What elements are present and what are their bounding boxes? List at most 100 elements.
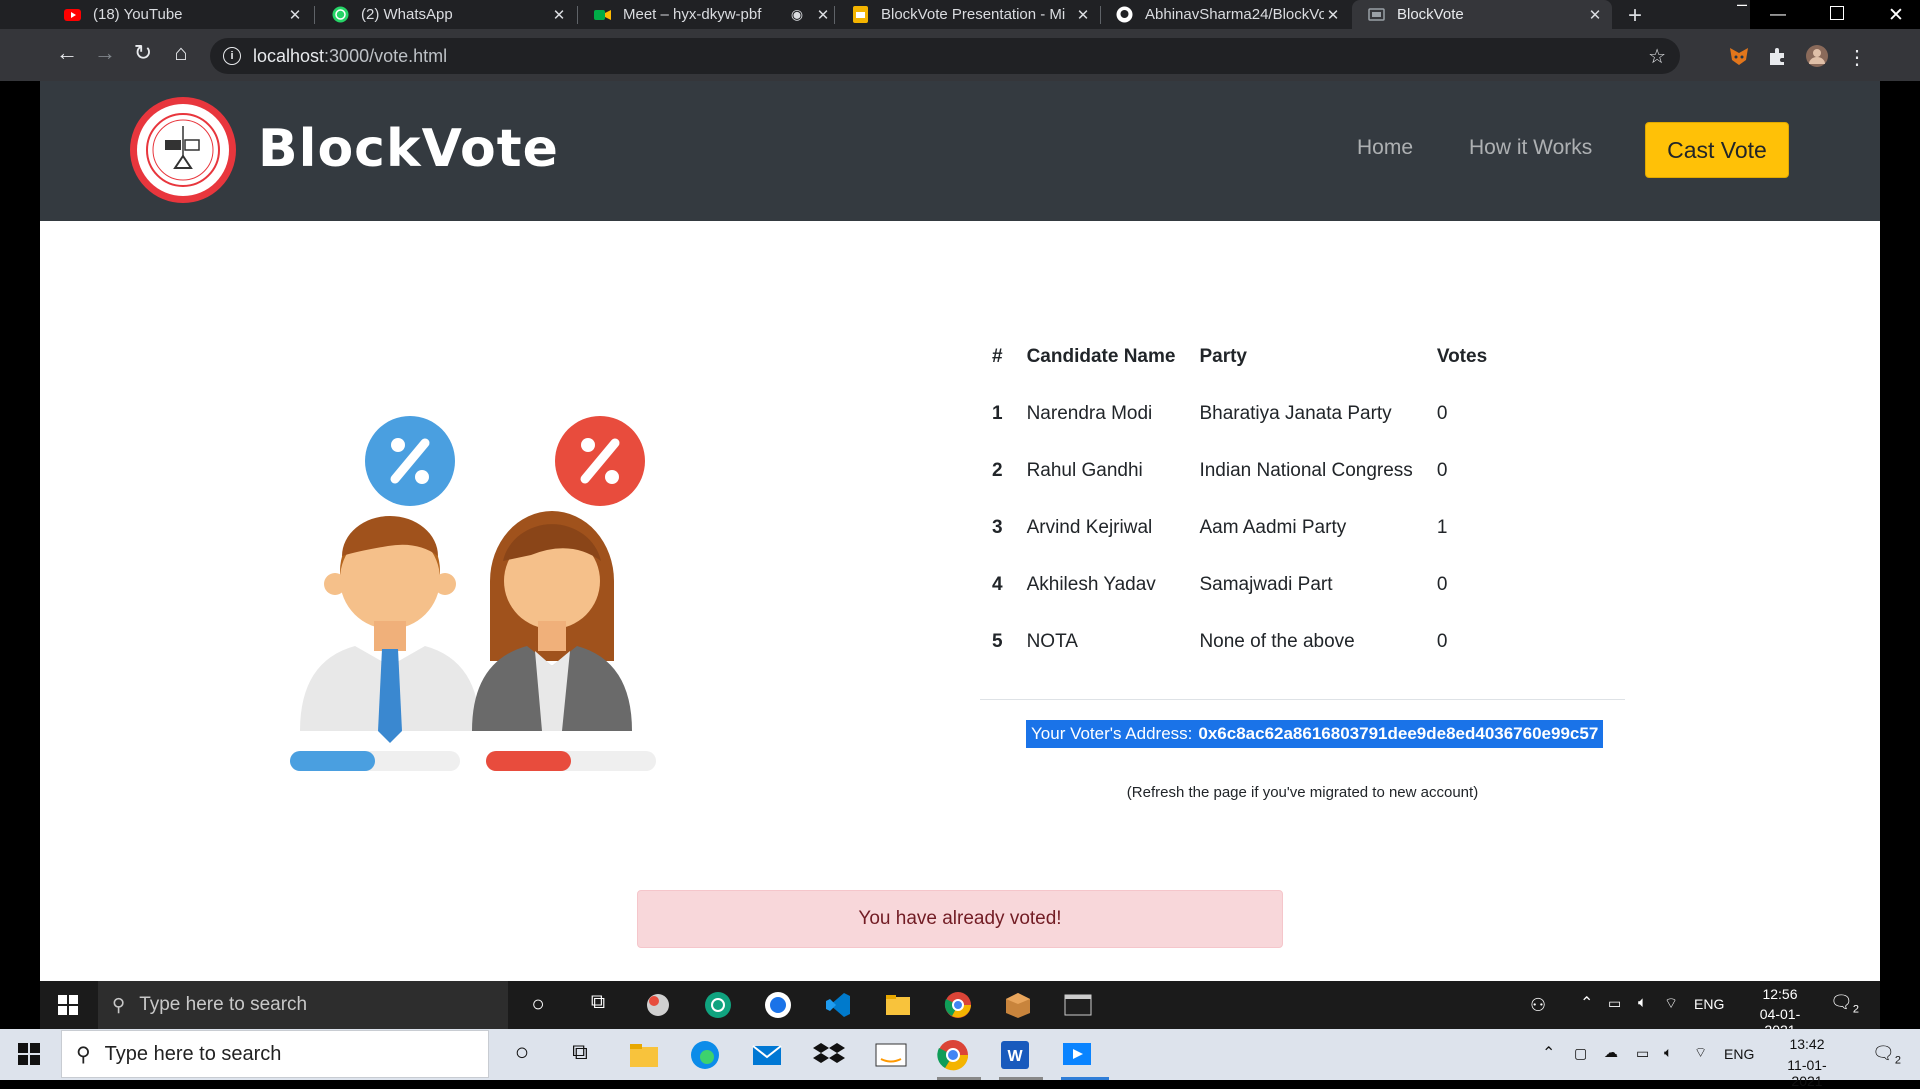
nav-how-it-works[interactable]: How it Works <box>1469 136 1592 160</box>
tab-slides[interactable]: BlockVote Presentation - Mi ✕ <box>836 0 1100 29</box>
brand-name[interactable]: BlockVote <box>258 119 559 179</box>
app-icon-2[interactable] <box>764 991 792 1019</box>
edge-icon[interactable] <box>689 1039 721 1071</box>
new-tab-button[interactable]: + <box>1628 2 1642 30</box>
wifi-icon[interactable]: ⌔ <box>1694 1044 1707 1062</box>
people-icon[interactable]: ⚇ <box>1530 995 1546 1016</box>
left-progress-fill <box>290 751 375 771</box>
row-number: 1 <box>992 402 1003 424</box>
row-number: 5 <box>992 630 1003 652</box>
language-indicator[interactable]: ENG <box>1694 996 1724 1012</box>
candidate-name: NOTA <box>1026 630 1078 652</box>
minimize-icon[interactable]: ‒ <box>1737 0 1747 15</box>
back-icon[interactable]: ← <box>52 40 82 66</box>
voter-address-label: Your Voter's Address: <box>1031 724 1193 743</box>
divider <box>980 699 1625 700</box>
tab-label: Meet – hyx-dkyw-pbf <box>623 6 762 23</box>
close-icon[interactable]: ✕ <box>1324 6 1342 24</box>
info-icon[interactable]: i <box>223 47 241 65</box>
avatar[interactable] <box>1806 45 1828 67</box>
close-icon[interactable]: ✕ <box>814 6 832 24</box>
star-icon[interactable]: ☆ <box>1648 44 1666 69</box>
meet-icon <box>594 6 611 23</box>
voter-address-value[interactable]: 0x6c8ac62a8616803791dee9de8ed4036760e99c… <box>1198 724 1598 744</box>
dropbox-icon[interactable] <box>813 1039 845 1071</box>
candidate-name: Rahul Gandhi <box>1026 459 1143 481</box>
tab-meet[interactable]: Meet – hyx-dkyw-pbf ◉ ✕ <box>578 0 840 29</box>
voter-address[interactable]: Your Voter's Address: 0x6c8ac62a86168037… <box>1026 720 1604 748</box>
female-candidate-figure <box>472 416 656 771</box>
task-view-icon[interactable]: ⧉ <box>584 991 612 1019</box>
meet-tray-icon[interactable]: ▢ <box>1574 1045 1587 1062</box>
word-icon[interactable]: W <box>999 1039 1031 1071</box>
close-icon[interactable]: ✕ <box>1074 6 1092 24</box>
tab-youtube[interactable]: (18) YouTube ✕ <box>48 0 312 29</box>
file-explorer-icon[interactable] <box>884 991 912 1019</box>
clock[interactable]: 13:42 11-01-2021 <box>1774 1036 1840 1089</box>
clock-time: 13:42 <box>1789 1036 1825 1052</box>
inner-taskbar: ⚲ Type here to search ○ ⧉ ⚇ ⌃ ▭ 🔈︎ ⌔ ENG… <box>40 981 1880 1038</box>
metamask-icon[interactable] <box>1728 45 1750 67</box>
forward-icon[interactable]: → <box>90 40 120 66</box>
extensions-icon[interactable] <box>1766 45 1788 67</box>
close-icon[interactable]: ✕ <box>550 6 568 24</box>
reload-icon[interactable]: ↻ <box>128 40 158 66</box>
menu-icon[interactable]: ⋮ <box>1846 45 1868 69</box>
row-number: 3 <box>992 516 1003 538</box>
minimize-button[interactable]: — <box>1770 6 1786 24</box>
address-bar[interactable]: i localhost:3000/vote.html ☆ <box>210 38 1680 74</box>
tab-github[interactable]: AbhinavSharma24/BlockVote ✕ <box>1100 0 1350 29</box>
onedrive-icon[interactable]: ☁ <box>1604 1044 1618 1061</box>
tab-blockvote[interactable]: BlockVote ✕ <box>1352 0 1612 29</box>
close-icon[interactable]: ✕ <box>1586 6 1604 24</box>
task-view-icon[interactable]: ⧉ <box>564 1039 596 1071</box>
chrome-icon[interactable] <box>937 1039 969 1071</box>
windows-start-icon[interactable] <box>40 981 96 1029</box>
battery-icon[interactable]: ▭ <box>1608 995 1621 1012</box>
close-icon[interactable]: ✕ <box>286 6 304 24</box>
column-header-party: Party <box>1199 345 1247 367</box>
tab-whatsapp[interactable]: (2) WhatsApp ✕ <box>316 0 576 29</box>
table-row: 1 Narendra Modi Bharatiya Janata Party 0 <box>980 385 1499 442</box>
cortana-icon[interactable]: ○ <box>506 1039 538 1071</box>
volume-icon[interactable]: 🔈︎ <box>1664 1044 1672 1061</box>
volume-icon[interactable]: 🔈︎ <box>1638 994 1647 1011</box>
vscode-icon[interactable] <box>824 991 852 1019</box>
tray-chevron-icon[interactable]: ⌃ <box>1580 993 1593 1013</box>
cortana-icon[interactable]: ○ <box>524 991 552 1019</box>
app-icon[interactable] <box>644 991 672 1019</box>
restore-button[interactable] <box>1830 6 1844 20</box>
battery-icon[interactable]: ▭ <box>1636 1045 1649 1062</box>
terminal-icon[interactable] <box>1064 991 1092 1019</box>
candidates-table: # Candidate Name Party Votes 1 Narendra … <box>980 328 1499 670</box>
close-window-button[interactable]: ✕ <box>1888 4 1904 27</box>
vote-count: 0 <box>1436 573 1448 595</box>
chatgpt-icon[interactable] <box>704 991 732 1019</box>
candidates-illustration <box>290 416 656 771</box>
right-progress-fill <box>486 751 571 771</box>
chrome-icon[interactable] <box>944 991 972 1019</box>
windows-start-icon[interactable] <box>18 1043 40 1070</box>
file-explorer-icon[interactable] <box>628 1039 660 1071</box>
search-placeholder: Type here to search <box>104 1042 282 1065</box>
amazon-icon[interactable] <box>875 1039 907 1071</box>
cast-vote-button[interactable]: Cast Vote <box>1645 122 1789 178</box>
package-icon[interactable] <box>1004 991 1032 1019</box>
refresh-note: (Refresh the page if you've migrated to … <box>1126 784 1479 801</box>
nav-home[interactable]: Home <box>1357 136 1413 160</box>
outer-search-box[interactable]: ⚲ Type here to search <box>61 1030 489 1078</box>
tray-chevron-icon[interactable]: ⌃ <box>1542 1043 1555 1063</box>
mail-icon[interactable] <box>751 1039 783 1071</box>
male-candidate-figure <box>290 416 480 771</box>
notifications-icon[interactable]: 🗨︎2 <box>1830 992 1859 1016</box>
url-text[interactable]: localhost:3000/vote.html <box>253 46 447 67</box>
notifications-icon[interactable]: 🗨︎2 <box>1872 1043 1901 1067</box>
inner-search-box[interactable]: ⚲ Type here to search <box>98 981 508 1029</box>
wifi-icon[interactable]: ⌔ <box>1664 994 1678 1013</box>
language-indicator[interactable]: ENG <box>1724 1046 1754 1062</box>
home-icon[interactable]: ⌂ <box>166 40 196 66</box>
party-name: Bharatiya Janata Party <box>1199 402 1392 424</box>
screen-recorder-icon[interactable] <box>1061 1039 1093 1071</box>
slides-icon <box>852 6 869 23</box>
page-icon <box>1368 6 1385 23</box>
